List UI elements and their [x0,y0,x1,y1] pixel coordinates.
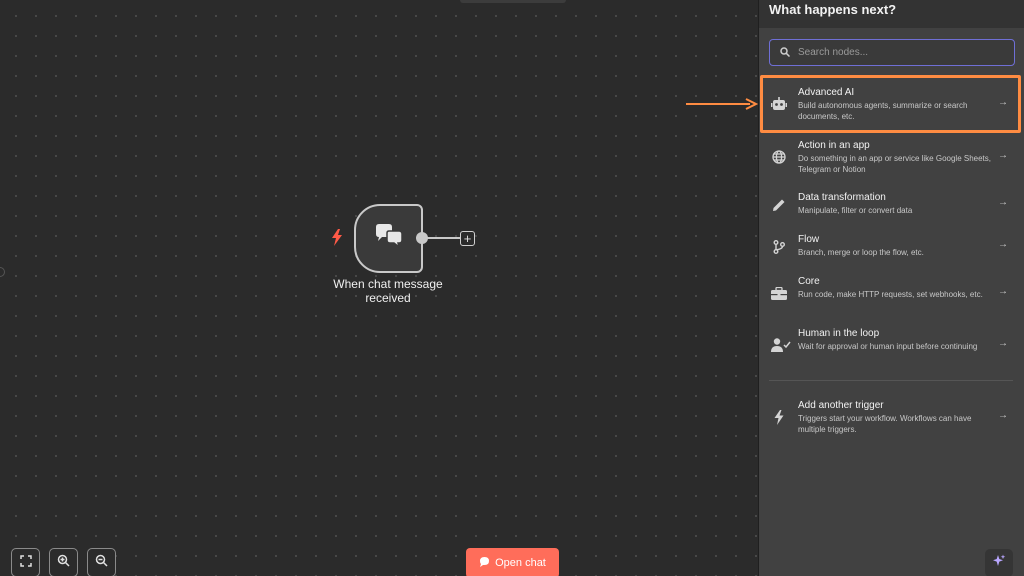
arrow-right-icon: → [998,150,1008,161]
category-add-trigger[interactable]: Add another trigger Triggers start your … [759,397,1024,435]
user-check-icon [771,337,791,353]
category-description: Branch, merge or loop the flow, etc. [798,248,924,257]
category-description: Build autonomous agents, summarize or se… [798,101,968,121]
category-description: Wait for approval or human input before … [798,342,978,351]
arrow-right-icon: → [998,197,1008,208]
pencil-icon [771,197,787,213]
category-title: Add another trigger [798,400,884,411]
canvas-controls [11,548,116,576]
search-input[interactable] [798,47,998,58]
search-icon [780,44,791,62]
category-title: Flow [798,234,820,245]
open-chat-button[interactable]: Open chat [466,548,559,576]
category-title: Core [798,276,820,287]
lightning-bolt-icon [771,409,787,425]
category-description: Do something in an app or service like G… [798,154,991,174]
arrow-right-icon: → [998,410,1008,421]
add-node-button[interactable]: + [460,231,475,246]
toolbox-icon [771,285,787,301]
zoom-out-icon [95,554,108,572]
workflow-canvas[interactable]: + When chat message received Open chat [0,0,759,576]
ai-assistant-button[interactable] [985,549,1013,576]
chat-trigger-node[interactable] [354,204,423,273]
connector-line [427,237,460,239]
chat-bubbles-icon [374,224,404,253]
category-human-in-loop[interactable]: Human in the loop Wait for approval or h… [759,325,1024,363]
arrow-right-icon: → [998,239,1008,250]
top-handle [460,0,566,3]
category-advanced-ai[interactable]: Advanced AI Build autonomous agents, sum… [759,84,1024,124]
branch-icon [771,239,787,255]
open-chat-label: Open chat [495,557,546,569]
zoom-in-button[interactable] [49,548,78,576]
robot-icon [771,96,787,112]
lightning-bolt-icon [331,229,343,251]
zoom-out-button[interactable] [87,548,116,576]
fit-view-icon [19,554,32,572]
arrow-right-icon: → [998,338,1008,349]
category-title: Data transformation [798,192,886,203]
arrow-right-icon: → [998,97,1008,108]
panel-title: What happens next? [759,0,1024,28]
pointer-arrow-icon [686,97,759,115]
node-label: When chat message received [333,277,443,305]
category-description: Manipulate, filter or convert data [798,206,913,215]
category-description: Run code, make HTTP requests, set webhoo… [798,290,983,299]
fit-view-button[interactable] [11,548,40,576]
category-title: Advanced AI [798,87,855,98]
arrow-right-icon: → [998,286,1008,297]
category-description: Triggers start your workflow. Workflows … [798,414,972,434]
category-flow[interactable]: Flow Branch, merge or loop the flow, etc… [759,231,1024,261]
category-data-transformation[interactable]: Data transformation Manipulate, filter o… [759,189,1024,219]
chat-icon [479,556,490,570]
divider [769,380,1013,381]
zoom-in-icon [57,554,70,572]
globe-icon [771,149,787,165]
category-title: Action in an app [798,140,870,151]
canvas-left-handle [0,267,5,277]
category-title: Human in the loop [798,328,880,339]
node-creator-panel: What happens next? Advanced AI Build aut… [758,0,1024,576]
search-field[interactable] [769,39,1015,66]
sparkle-icon [992,554,1006,573]
category-action-in-app[interactable]: Action in an app Do something in an app … [759,137,1024,174]
category-core[interactable]: Core Run code, make HTTP requests, set w… [759,273,1024,311]
